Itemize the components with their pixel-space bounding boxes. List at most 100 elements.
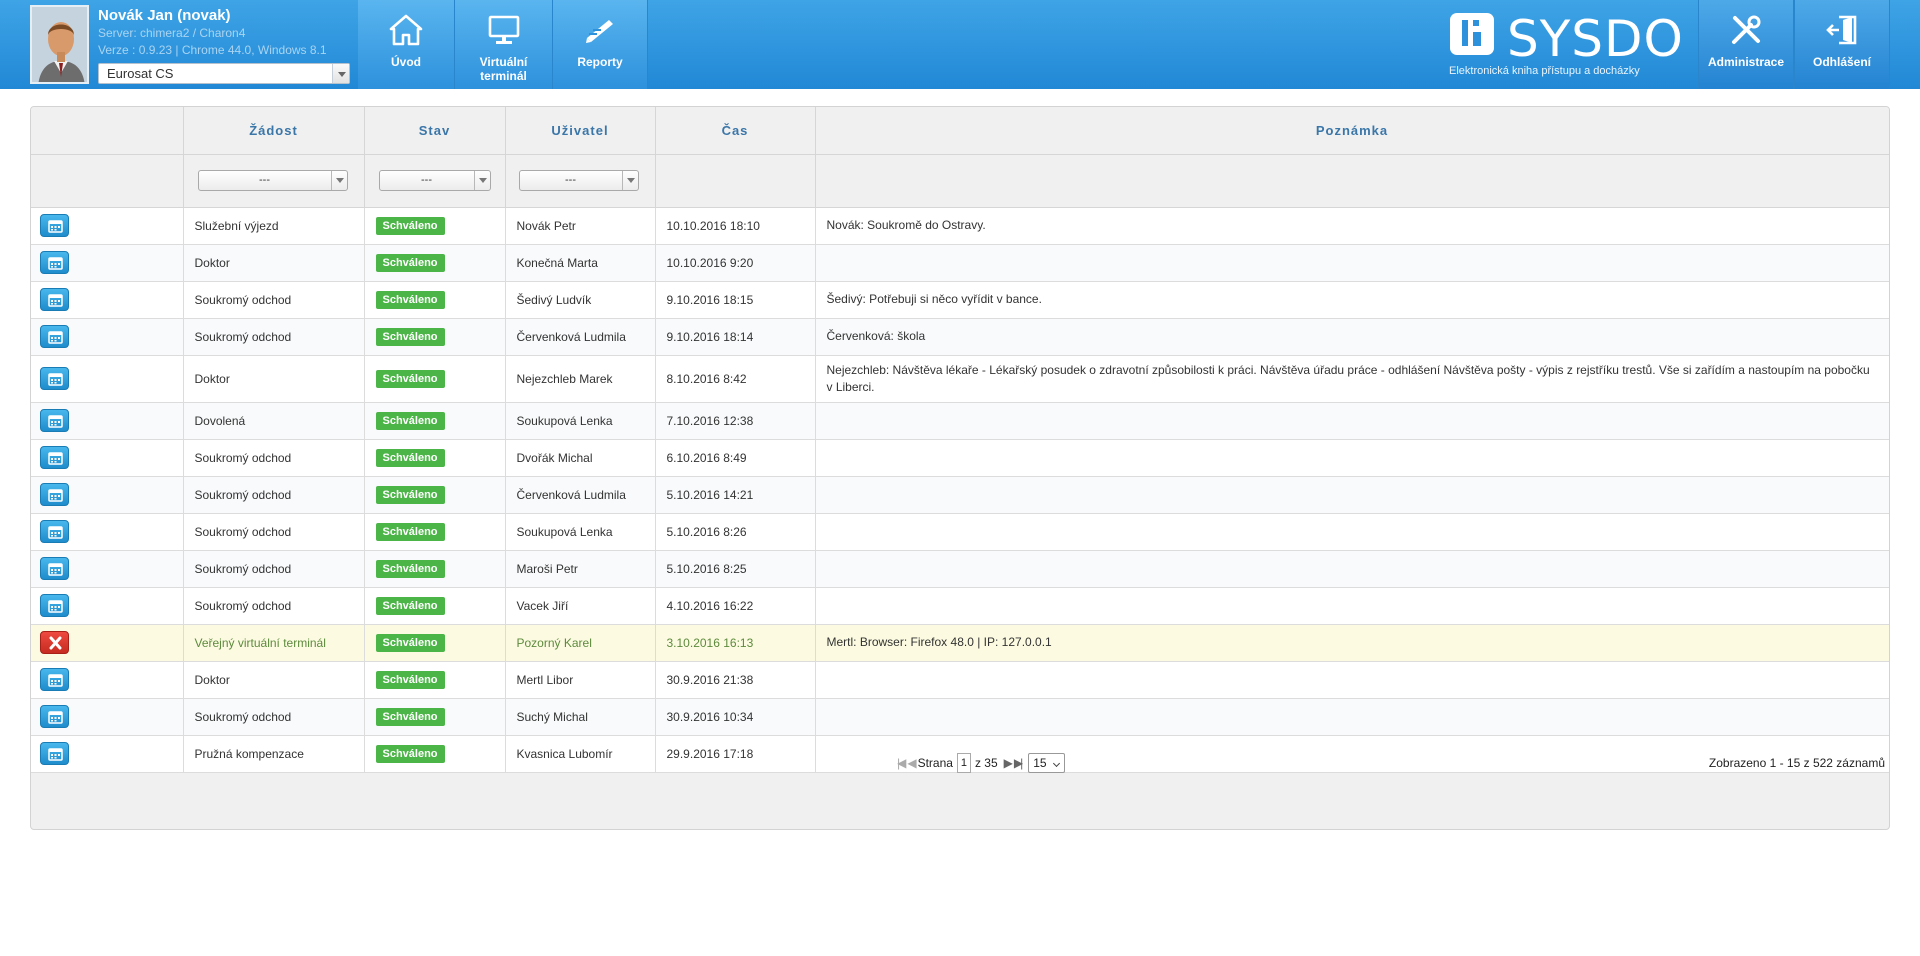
filter-status-cell: --- bbox=[364, 154, 506, 208]
page-label: Strana bbox=[917, 756, 953, 770]
nav-home-button[interactable]: Úvod bbox=[358, 0, 455, 89]
user-cell: Vacek Jiří bbox=[505, 587, 656, 625]
request-cell: Soukromý odchod bbox=[183, 439, 365, 477]
chevron-down-icon bbox=[473, 171, 490, 190]
nav-terminal-button[interactable]: Virtuální terminál bbox=[455, 0, 553, 89]
row-action-button[interactable] bbox=[40, 520, 69, 543]
chevron-down-icon bbox=[621, 171, 638, 190]
col-header-note[interactable]: Poznámka bbox=[815, 107, 1889, 155]
row-action-button[interactable] bbox=[40, 631, 69, 654]
note-cell: Nejezchleb: Návštěva lékaře - Lékařský p… bbox=[815, 355, 1889, 403]
time-cell: 4.10.2016 16:22 bbox=[655, 587, 816, 625]
row-action-button[interactable] bbox=[40, 367, 69, 390]
status-badge: Schváleno bbox=[375, 485, 445, 504]
note-cell: Novák: Soukromě do Ostravy. bbox=[815, 207, 1889, 245]
status-badge: Schváleno bbox=[375, 670, 445, 689]
col-header-time[interactable]: Čas bbox=[655, 107, 816, 155]
time-cell: 5.10.2016 8:25 bbox=[655, 550, 816, 588]
records-summary: Zobrazeno 1 - 15 z 522 záznamů bbox=[1708, 756, 1885, 770]
status-badge: Schváleno bbox=[375, 448, 445, 467]
nav-logout-label: Odhlášení bbox=[1812, 55, 1871, 69]
pager-controls: |◀ ◀ Strana 1 z 35 ▶ ▶| 15 bbox=[897, 752, 1066, 774]
next-page-icon[interactable]: ▶ bbox=[1004, 756, 1013, 770]
row-action-button[interactable] bbox=[40, 557, 69, 580]
row-action-button[interactable] bbox=[40, 251, 69, 274]
row-action-cell bbox=[31, 624, 184, 662]
user-cell: Červenková Ludmila bbox=[505, 476, 656, 514]
request-cell: Služební výjezd bbox=[183, 207, 365, 245]
first-page-icon[interactable]: |◀ bbox=[897, 756, 907, 770]
nav-logout-button[interactable]: Odhlášení bbox=[1794, 0, 1890, 89]
col-header-request[interactable]: Žádost bbox=[183, 107, 365, 155]
request-cell: Veřejný virtuální terminál bbox=[183, 624, 365, 662]
row-action-cell bbox=[31, 244, 184, 282]
filter-user-cell: --- bbox=[505, 154, 656, 208]
user-cell: Nejezchleb Marek bbox=[505, 355, 656, 403]
user-cell: Maroši Petr bbox=[505, 550, 656, 588]
filter-user-select[interactable]: --- bbox=[518, 170, 639, 191]
pager: |◀ ◀ Strana 1 z 35 ▶ ▶| 15 Zobrazeno 1 -… bbox=[31, 729, 1889, 789]
table-row: Soukromý odchod Schváleno Soukupová Lenka 5… bbox=[31, 513, 1889, 551]
row-action-button[interactable] bbox=[40, 325, 69, 348]
user-cell: Novák Petr bbox=[505, 207, 656, 245]
row-action-cell bbox=[31, 513, 184, 551]
request-cell: Doktor bbox=[183, 244, 365, 282]
app-header: Novák Jan (novak) Server: chimera2 / Cha… bbox=[0, 0, 1920, 89]
status-cell: Schváleno bbox=[364, 587, 506, 625]
user-cell: Soukupová Lenka bbox=[505, 513, 656, 551]
prev-page-icon[interactable]: ◀ bbox=[907, 756, 916, 770]
request-cell: Soukromý odchod bbox=[183, 281, 365, 319]
filter-request-select[interactable]: --- bbox=[197, 170, 348, 191]
company-select[interactable]: Eurosat CS bbox=[98, 63, 350, 84]
row-action-button[interactable] bbox=[40, 594, 69, 617]
reports-icon bbox=[586, 20, 613, 43]
requests-panel: Žádost Stav Uživatel Čas Poznámka --- --… bbox=[30, 106, 1890, 830]
table-row: Soukromý odchod Schváleno Dvořák Michal 6.1… bbox=[31, 439, 1889, 477]
status-cell: Schváleno bbox=[364, 661, 506, 699]
user-cell: Červenková Ludmila bbox=[505, 318, 656, 356]
filter-status-value: --- bbox=[421, 174, 432, 186]
table-row: Soukromý odchod Schváleno Maroši Petr 5.10.… bbox=[31, 550, 1889, 588]
row-action-button[interactable] bbox=[40, 483, 69, 506]
time-cell: 10.10.2016 18:10 bbox=[655, 207, 816, 245]
note-cell bbox=[815, 402, 1889, 440]
row-action-cell bbox=[31, 318, 184, 356]
row-action-button[interactable] bbox=[40, 214, 69, 237]
time-cell: 8.10.2016 8:42 bbox=[655, 355, 816, 403]
last-page-icon[interactable]: ▶| bbox=[1014, 756, 1024, 770]
nav-admin-button[interactable]: Administrace bbox=[1698, 0, 1794, 89]
col-header-status[interactable]: Stav bbox=[364, 107, 506, 155]
status-badge: Schváleno bbox=[375, 369, 445, 388]
page-size-select[interactable]: 15 bbox=[1028, 753, 1066, 773]
user-box: Novák Jan (novak) Server: chimera2 / Cha… bbox=[0, 0, 358, 89]
nav-reports-button[interactable]: Reporty bbox=[553, 0, 648, 89]
filter-status-select[interactable]: --- bbox=[378, 170, 491, 191]
filter-empty bbox=[31, 154, 184, 208]
status-cell: Schváleno bbox=[364, 624, 506, 662]
note-cell: Šedivý: Potřebuji si něco vyřídit v banc… bbox=[815, 281, 1889, 319]
row-action-cell bbox=[31, 355, 184, 403]
requests-table: Žádost Stav Uživatel Čas Poznámka --- --… bbox=[31, 107, 1889, 773]
server-info: Server: chimera2 / Charon4 bbox=[98, 26, 246, 40]
avatar bbox=[30, 5, 89, 84]
table-row: Doktor Schváleno Mertl Libor 30.9.2016 21:3… bbox=[31, 661, 1889, 699]
row-action-button[interactable] bbox=[40, 409, 69, 432]
sysdo-logo: SYSDO Elektronická kniha přístupu a doch… bbox=[1449, 10, 1683, 80]
user-cell: Konečná Marta bbox=[505, 244, 656, 282]
tools-icon bbox=[1732, 15, 1761, 44]
filter-request-cell: --- bbox=[183, 154, 365, 208]
header-row: Žádost Stav Uživatel Čas Poznámka bbox=[31, 107, 1889, 155]
row-action-button[interactable] bbox=[40, 705, 69, 728]
status-badge: Schváleno bbox=[375, 559, 445, 578]
status-cell: Schváleno bbox=[364, 513, 506, 551]
nav-admin-label: Administrace bbox=[1707, 55, 1785, 69]
col-header-user[interactable]: Uživatel bbox=[505, 107, 656, 155]
row-action-button[interactable] bbox=[40, 288, 69, 311]
filter-user-value: --- bbox=[565, 174, 576, 186]
status-badge: Schváleno bbox=[375, 633, 445, 652]
row-action-button[interactable] bbox=[40, 446, 69, 469]
page-input[interactable]: 1 bbox=[956, 753, 971, 773]
note-cell bbox=[815, 513, 1889, 551]
row-action-button[interactable] bbox=[40, 668, 69, 691]
table-row: Soukromý odchod Schváleno Červenková Ludmi… bbox=[31, 318, 1889, 356]
